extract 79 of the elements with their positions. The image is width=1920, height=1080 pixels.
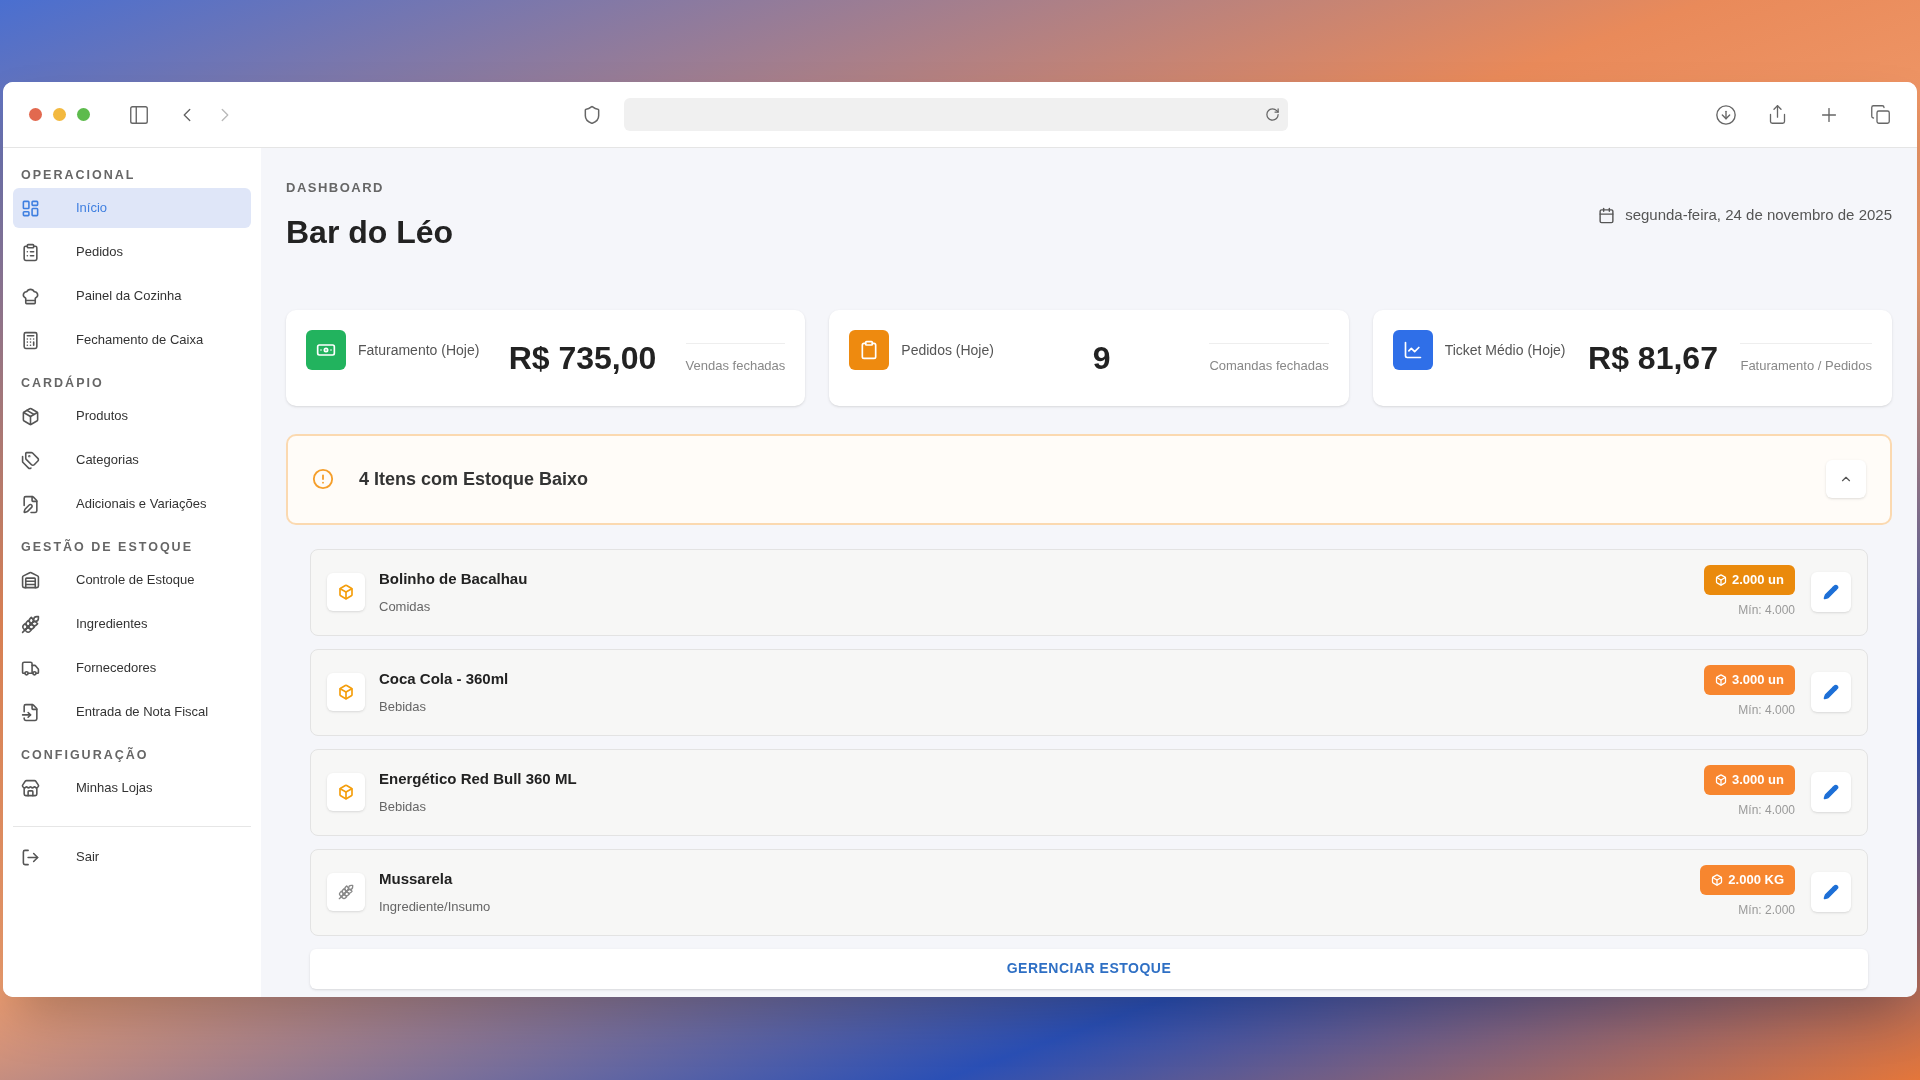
sidebar-item[interactable]: Minhas Lojas xyxy=(13,768,251,808)
section-heading: GESTÃO DE ESTOQUE xyxy=(20,538,194,556)
list-edit-icon xyxy=(21,494,40,514)
minimum-stock: Mín: 2.000 xyxy=(1738,902,1795,919)
edit-button[interactable] xyxy=(1811,572,1851,612)
warehouse-icon xyxy=(21,570,40,590)
logout-item[interactable]: Sair xyxy=(13,837,251,877)
stat-note: Vendas fechadas xyxy=(685,343,786,376)
document-icon xyxy=(21,702,40,722)
sidebar-item[interactable]: Entrada de Nota Fiscal xyxy=(13,692,251,732)
sidebar-item[interactable]: Adicionais e Variações xyxy=(13,484,251,524)
item-name: Mussarela xyxy=(379,869,454,889)
edit-button[interactable] xyxy=(1811,772,1851,812)
alert-title: 4 Itens com Estoque Baixo xyxy=(359,467,589,491)
download-icon[interactable] xyxy=(1715,103,1737,126)
box-icon xyxy=(327,673,365,711)
store-icon xyxy=(21,778,40,798)
section-heading: CONFIGURAÇÃO xyxy=(20,746,150,764)
item-category: Bebidas xyxy=(379,697,427,716)
sidebar-item[interactable]: Ingredientes xyxy=(13,604,251,644)
stat-label: Ticket Médio (Hoje) xyxy=(1444,340,1566,360)
stock-badge: 3.000 un xyxy=(1703,665,1795,695)
truck-icon xyxy=(21,658,40,678)
sidebar-item[interactable]: Categorias xyxy=(13,440,251,480)
stat-value: 9 xyxy=(1091,338,1112,378)
stock-badge: 2.000 KG xyxy=(1700,865,1795,895)
item-category: Ingrediente/Insumo xyxy=(379,897,491,916)
tags-icon xyxy=(21,450,40,470)
stat-value: R$ 81,67 xyxy=(1587,338,1719,378)
stock-badge: 2.000 un xyxy=(1703,565,1795,595)
tabs-icon[interactable] xyxy=(1870,104,1891,125)
dashboard-icon xyxy=(21,198,40,218)
box-icon xyxy=(327,773,365,811)
pencil-icon xyxy=(1823,784,1839,800)
clipboard-icon xyxy=(21,242,40,262)
pencil-icon xyxy=(1823,884,1839,900)
close-icon[interactable] xyxy=(29,108,42,121)
wheat-icon xyxy=(21,614,40,634)
minimum-stock: Mín: 4.000 xyxy=(1738,602,1795,619)
minimum-stock: Mín: 4.000 xyxy=(1738,702,1795,719)
page-title: Bar do Léo xyxy=(286,212,454,252)
edit-button[interactable] xyxy=(1811,872,1851,912)
stat-note: Faturamento / Pedidos xyxy=(1740,343,1872,376)
box-icon xyxy=(21,406,40,426)
calendar-icon xyxy=(1598,206,1616,224)
page-eyebrow: DASHBOARD xyxy=(286,179,385,197)
wheat-icon xyxy=(327,873,365,911)
item-name: Coca Cola - 360ml xyxy=(379,669,509,689)
box-icon xyxy=(327,573,365,611)
sidebar-item[interactable]: Fornecedores xyxy=(13,648,251,688)
share-icon[interactable] xyxy=(1767,104,1788,125)
item-name: Bolinho de Bacalhau xyxy=(379,569,528,589)
item-name: Energético Red Bull 360 ML xyxy=(379,769,577,789)
item-category: Comidas xyxy=(379,597,432,616)
stat-note: Comandas fechadas xyxy=(1209,343,1329,376)
sidebar-item[interactable]: Produtos xyxy=(13,396,251,436)
sidebar-item[interactable]: Controle de Estoque xyxy=(13,560,251,600)
section-heading: OPERACIONAL xyxy=(20,166,137,184)
stat-label: Pedidos (Hoje) xyxy=(901,340,994,360)
sidebar-item[interactable]: Pedidos xyxy=(13,232,251,272)
stock-badge: 3.000 un xyxy=(1703,765,1795,795)
manage-stock-button[interactable]: GERENCIAR ESTOQUE xyxy=(310,948,1868,989)
logout-icon xyxy=(21,847,40,867)
stat-label: Faturamento (Hoje) xyxy=(358,340,480,360)
alert-icon xyxy=(312,468,334,490)
minimum-stock: Mín: 4.000 xyxy=(1738,802,1795,819)
chef-hat-icon xyxy=(21,286,40,306)
sidebar-item[interactable]: Painel da Cozinha xyxy=(13,276,251,316)
reload-icon[interactable] xyxy=(1265,107,1280,122)
edit-button[interactable] xyxy=(1811,672,1851,712)
pencil-icon xyxy=(1823,584,1839,600)
section-heading: CARDÁPIO xyxy=(20,374,105,392)
sidebar-item[interactable]: Fechamento de Caixa xyxy=(13,320,251,360)
shield-icon[interactable] xyxy=(582,104,602,125)
current-date: segunda-feira, 24 de novembro de 2025 xyxy=(1625,205,1892,225)
pencil-icon xyxy=(1823,684,1839,700)
sidebar-toggle-icon[interactable] xyxy=(128,103,150,126)
stat-value: R$ 735,00 xyxy=(507,338,658,378)
item-category: Bebidas xyxy=(379,797,427,816)
